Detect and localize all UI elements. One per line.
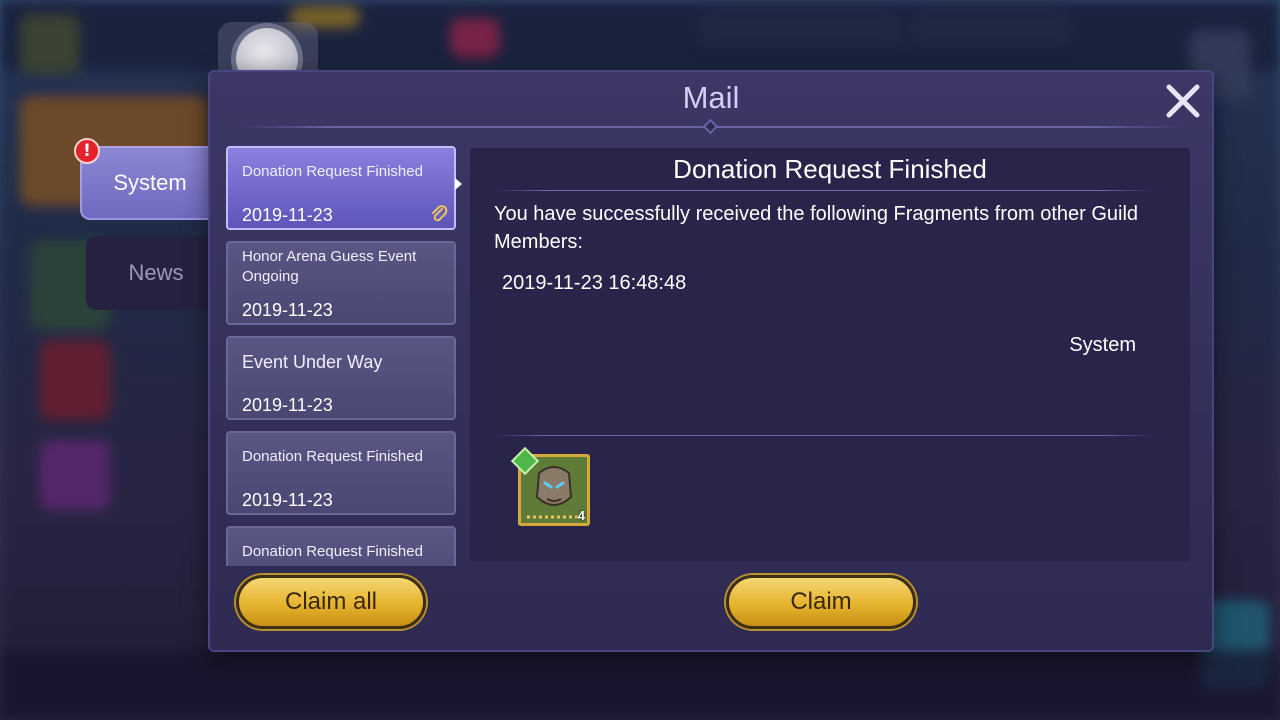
detail-sender: System: [1069, 334, 1136, 356]
mail-subject: Donation Request Finished: [242, 543, 423, 560]
mail-list[interactable]: Donation Request Finished 2019-11-23 Hon…: [224, 146, 458, 566]
claim-button[interactable]: Claim: [726, 575, 916, 629]
mail-subject: Event Under Way: [242, 352, 383, 372]
category-tab-label: System: [113, 170, 187, 195]
category-tab-system[interactable]: System: [80, 146, 220, 220]
dialog-title: Mail: [682, 80, 740, 115]
mail-date: 2019-11-23: [242, 205, 333, 225]
reward-item[interactable]: 4: [510, 446, 590, 526]
claim-label: Claim: [790, 588, 852, 615]
mail-subject: Donation Request Finished: [242, 448, 423, 465]
mail-detail-panel: Donation Request Finished You have succe…: [470, 148, 1190, 562]
mail-subject: Honor Arena Guess Event Ongoing: [242, 248, 417, 285]
detail-title: Donation Request Finished: [673, 154, 987, 184]
selection-arrow-icon: [455, 178, 462, 190]
category-tab-label: News: [128, 260, 184, 285]
detail-divider: [494, 190, 1154, 191]
mail-item[interactable]: Honor Arena Guess Event Ongoing 2019-11-…: [226, 241, 456, 325]
claim-all-label: Claim all: [284, 588, 377, 615]
mail-item[interactable]: Donation Request Finished 2019-11-23: [226, 431, 456, 515]
mail-date: 2019-11-23: [242, 490, 333, 510]
attachment-icon: [432, 205, 448, 222]
mail-subject: Donation Request Finished: [242, 163, 423, 180]
mail-item[interactable]: Event Under Way 2019-11-23: [226, 336, 456, 420]
mail-item[interactable]: Donation Request Finished 2019-11-23: [226, 146, 456, 230]
mail-item[interactable]: Donation Request Finished: [226, 526, 456, 566]
detail-body: You have successfully received the follo…: [494, 203, 1139, 253]
mail-dialog: Mail Donation Request Finished 2019-11-2…: [208, 70, 1214, 652]
close-button[interactable]: [1162, 80, 1204, 122]
mail-date: 2019-11-23: [242, 395, 333, 415]
mail-date: 2019-11-23: [242, 300, 333, 320]
detail-timestamp: 2019-11-23 16:48:48: [502, 272, 687, 294]
close-icon: [1166, 84, 1200, 118]
reward-count: 4: [577, 508, 585, 523]
claim-all-button[interactable]: Claim all: [236, 575, 426, 629]
category-tab-news[interactable]: News: [86, 236, 226, 310]
alert-badge: !: [74, 138, 100, 164]
attachment-divider: [494, 435, 1154, 436]
title-divider-ornament: [702, 118, 719, 135]
